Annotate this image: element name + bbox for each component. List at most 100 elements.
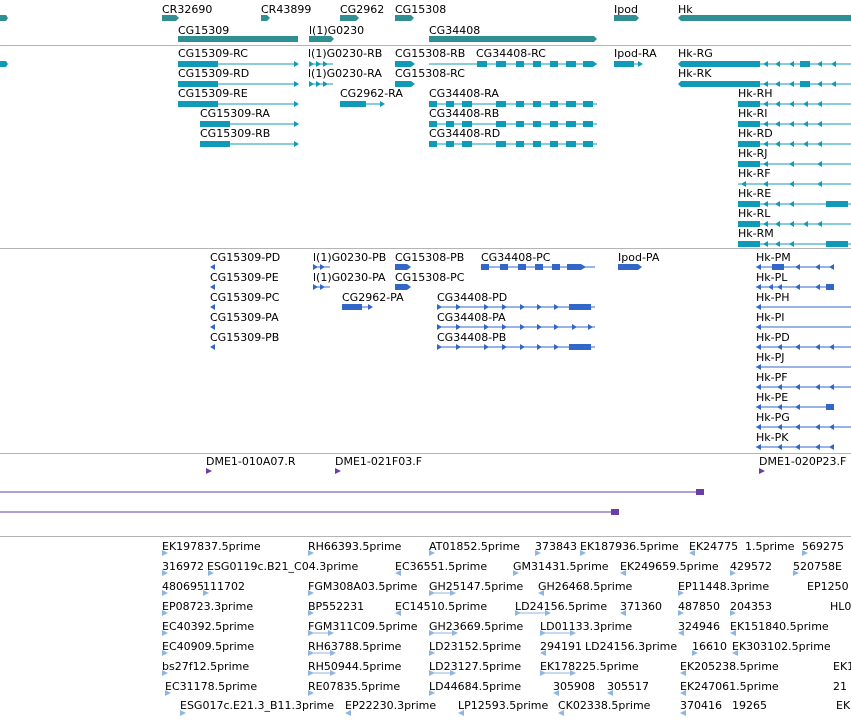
est-glyph[interactable] <box>308 630 334 636</box>
protein-glyph[interactable] <box>756 324 851 330</box>
transcript-glyph[interactable] <box>395 61 415 67</box>
est-glyph[interactable] <box>429 670 456 676</box>
est-glyph[interactable] <box>620 570 626 576</box>
est-glyph[interactable] <box>730 570 736 576</box>
est-glyph[interactable] <box>689 550 695 556</box>
transcript-glyph[interactable] <box>200 141 299 147</box>
transcript-glyph[interactable] <box>429 121 597 127</box>
est-glyph[interactable] <box>692 650 698 656</box>
protein-glyph[interactable] <box>756 304 851 310</box>
est-glyph[interactable] <box>162 650 168 656</box>
protein-glyph[interactable] <box>210 284 215 290</box>
transcript-glyph[interactable] <box>0 61 8 67</box>
est-glyph[interactable] <box>162 590 168 596</box>
transcript-glyph[interactable] <box>340 101 385 107</box>
est-glyph[interactable] <box>680 710 686 716</box>
est-glyph[interactable] <box>678 590 684 596</box>
est-glyph[interactable] <box>162 610 168 616</box>
est-glyph[interactable] <box>730 610 736 616</box>
est-glyph[interactable] <box>165 690 171 696</box>
est-glyph[interactable] <box>553 690 559 696</box>
gene-glyph[interactable] <box>0 15 8 21</box>
protein-glyph[interactable] <box>756 424 851 430</box>
protein-glyph[interactable] <box>756 264 834 270</box>
est-glyph[interactable] <box>680 670 686 676</box>
est-glyph[interactable] <box>345 710 351 716</box>
est-glyph[interactable] <box>540 670 576 676</box>
clone-glyph[interactable] <box>759 468 765 474</box>
transcript-glyph[interactable] <box>614 61 643 67</box>
protein-glyph[interactable] <box>395 284 411 290</box>
protein-glyph[interactable] <box>210 264 215 270</box>
protein-glyph[interactable] <box>618 264 642 270</box>
est-glyph[interactable] <box>308 690 314 696</box>
transcript-glyph[interactable] <box>738 101 851 107</box>
est-glyph[interactable] <box>802 550 808 556</box>
gene-glyph[interactable] <box>261 15 270 21</box>
clone-glyph[interactable] <box>335 468 341 474</box>
est-glyph[interactable] <box>429 550 435 556</box>
transcript-glyph[interactable] <box>738 201 851 207</box>
transcript-glyph[interactable] <box>309 61 333 67</box>
protein-glyph[interactable] <box>437 304 595 310</box>
gene-glyph[interactable] <box>162 15 179 21</box>
transcript-glyph[interactable] <box>738 241 851 247</box>
transcript-glyph[interactable] <box>738 221 851 227</box>
clone-glyph[interactable] <box>0 509 619 515</box>
protein-glyph[interactable] <box>342 304 373 310</box>
transcript-glyph[interactable] <box>738 161 851 167</box>
transcript-glyph[interactable] <box>738 181 851 187</box>
est-glyph[interactable] <box>429 650 435 656</box>
gene-glyph[interactable] <box>309 36 334 42</box>
est-glyph[interactable] <box>607 690 613 696</box>
est-glyph[interactable] <box>458 710 464 716</box>
protein-glyph[interactable] <box>210 324 215 330</box>
est-glyph[interactable] <box>308 610 314 616</box>
transcript-glyph[interactable] <box>178 81 299 87</box>
est-glyph[interactable] <box>429 590 456 596</box>
transcript-glyph[interactable] <box>178 101 299 107</box>
transcript-glyph[interactable] <box>429 101 597 107</box>
clone-glyph[interactable] <box>206 468 212 474</box>
est-glyph[interactable] <box>540 630 576 636</box>
transcript-glyph[interactable] <box>738 141 851 147</box>
est-glyph[interactable] <box>620 610 626 616</box>
transcript-glyph[interactable] <box>395 81 415 87</box>
est-glyph[interactable] <box>540 650 546 656</box>
protein-glyph[interactable] <box>313 264 330 270</box>
transcript-glyph[interactable] <box>200 121 299 127</box>
transcript-glyph[interactable] <box>429 141 597 147</box>
protein-glyph[interactable] <box>756 364 851 370</box>
transcript-glyph[interactable] <box>309 81 333 87</box>
gene-glyph[interactable] <box>340 15 359 21</box>
transcript-glyph[interactable] <box>178 61 299 67</box>
protein-glyph[interactable] <box>756 404 834 410</box>
protein-glyph[interactable] <box>756 444 834 450</box>
est-glyph[interactable] <box>535 550 541 556</box>
transcript-glyph[interactable] <box>429 61 597 67</box>
est-glyph[interactable] <box>180 710 186 716</box>
est-glyph[interactable] <box>395 610 401 616</box>
protein-glyph[interactable] <box>210 344 215 350</box>
est-glyph[interactable] <box>558 710 564 716</box>
est-glyph[interactable] <box>732 650 738 656</box>
est-glyph[interactable] <box>308 550 314 556</box>
gene-glyph[interactable] <box>429 36 597 42</box>
transcript-glyph[interactable] <box>678 81 851 87</box>
gene-glyph[interactable] <box>178 36 298 42</box>
est-glyph[interactable] <box>538 590 544 596</box>
est-glyph[interactable] <box>395 570 401 576</box>
est-glyph[interactable] <box>680 690 686 696</box>
transcript-glyph[interactable] <box>738 121 851 127</box>
transcript-glyph[interactable] <box>678 61 851 67</box>
est-glyph[interactable] <box>730 630 736 636</box>
gene-glyph[interactable] <box>395 15 414 21</box>
est-glyph[interactable] <box>429 630 458 636</box>
est-glyph[interactable] <box>678 630 684 636</box>
est-glyph[interactable] <box>162 550 168 556</box>
est-glyph[interactable] <box>162 570 168 576</box>
protein-glyph[interactable] <box>437 344 595 350</box>
est-glyph[interactable] <box>162 630 168 636</box>
est-glyph[interactable] <box>308 650 336 656</box>
est-glyph[interactable] <box>678 610 684 616</box>
